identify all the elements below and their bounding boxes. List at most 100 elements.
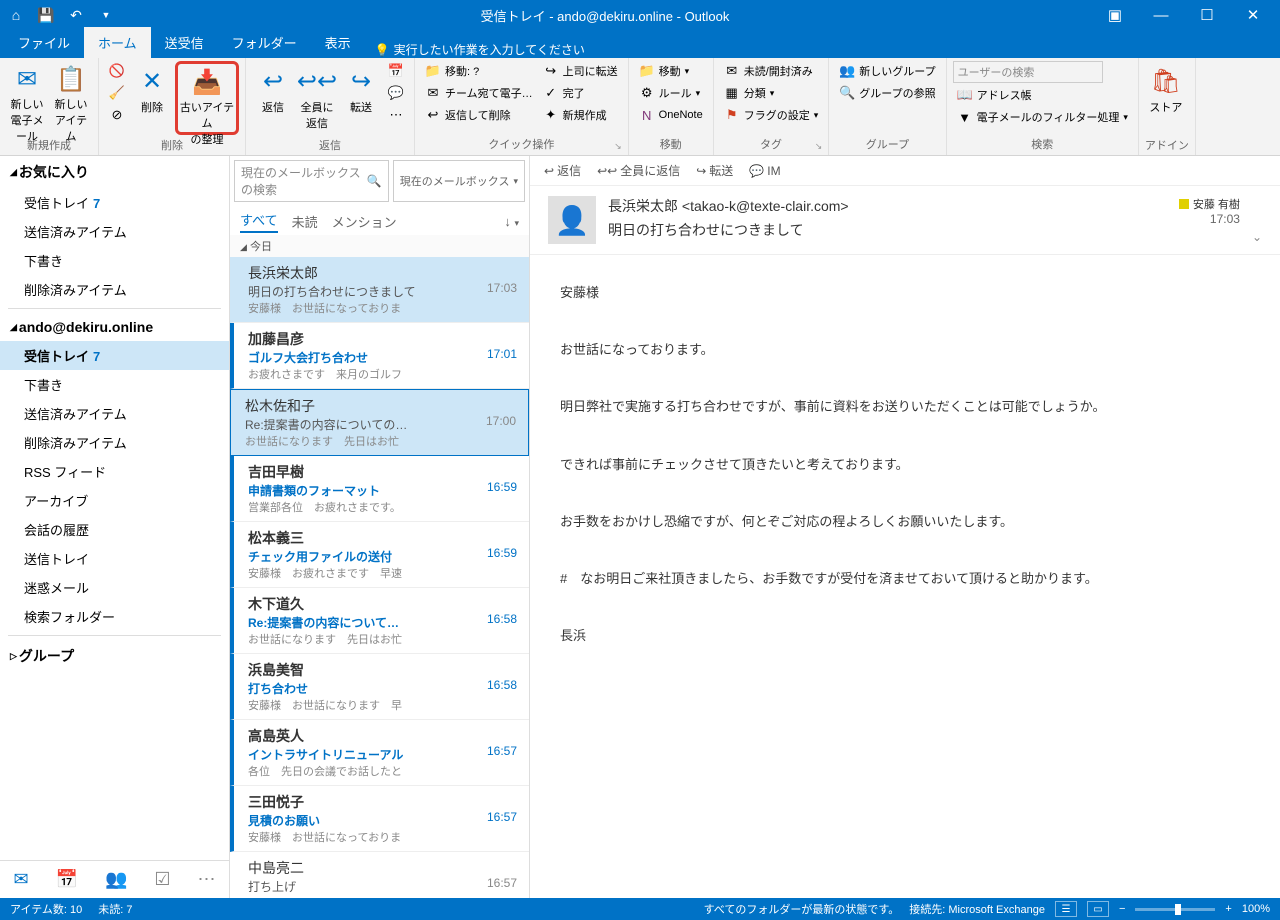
message-item[interactable]: 浜島美智打ち合わせ安藤様 お世話になります 早16:58 — [230, 654, 529, 720]
cleanup-button[interactable]: 🧹 — [105, 83, 129, 103]
new-group-button[interactable]: 👥新しいグループ — [835, 61, 939, 81]
qat-customize-icon[interactable]: ▼ — [94, 3, 118, 27]
tell-me-search[interactable]: 💡 実行したい作業を入力してください — [375, 41, 585, 58]
filter-all[interactable]: すべて — [240, 210, 278, 233]
message-item[interactable]: 中島亮二打ち上げ16:57 — [230, 852, 529, 898]
more-icon[interactable]: ⋯ — [198, 869, 216, 890]
lightbulb-icon: 💡 — [375, 43, 390, 57]
expand-icon[interactable]: ↘ — [614, 141, 622, 152]
qat-undo-icon[interactable]: ↶ — [64, 3, 88, 27]
delete-button[interactable]: ✕削除 — [131, 61, 173, 135]
forward-button[interactable]: ↪転送 — [340, 61, 382, 135]
nav-item[interactable]: 下書き — [0, 246, 229, 275]
message-item[interactable]: 吉田早樹申請書類のフォーマット営業部各位 お疲れさまです。16:59 — [230, 456, 529, 522]
action-reply[interactable]: ↩返信 — [544, 162, 581, 179]
quick-move-button[interactable]: 📁移動: ? — [421, 61, 537, 81]
tasks-icon[interactable]: ☑ — [154, 869, 170, 890]
reply-all-button[interactable]: ↩↩全員に 返信 — [296, 61, 338, 135]
search-scope-dropdown[interactable]: 現在のメールボックス▾ — [393, 160, 525, 202]
new-email-button[interactable]: ✉新しい 電子メール — [6, 61, 48, 135]
calendar-icon[interactable]: 📅 — [56, 869, 78, 890]
view-normal-icon[interactable]: ☰ — [1055, 901, 1077, 917]
view-reading-icon[interactable]: ▭ — [1087, 901, 1109, 917]
rules-button[interactable]: ⚙ルール▾ — [635, 83, 707, 103]
action-reply-all[interactable]: ↩↩全員に返信 — [597, 162, 680, 179]
tab-home[interactable]: ホーム — [84, 27, 151, 58]
nav-item[interactable]: 受信トレイ7 — [0, 188, 229, 217]
reading-category[interactable]: 安藤 有樹 — [1179, 196, 1240, 212]
sort-button[interactable]: ↓ ▾ — [504, 214, 519, 229]
quick-boss-button[interactable]: ↪上司に転送 — [539, 61, 622, 81]
message-item[interactable]: 松本義三チェック用ファイルの送付安藤様 お疲れさまです 早速16:59 — [230, 522, 529, 588]
message-item[interactable]: 高島英人イントラサイトリニューアル各位 先日の会議でお話したと16:57 — [230, 720, 529, 786]
minimize-button[interactable]: — — [1138, 0, 1184, 30]
people-icon[interactable]: 👥 — [105, 869, 127, 890]
address-book-button[interactable]: 📖アドレス帳 — [953, 85, 1132, 105]
chat-icon: 💬 — [749, 164, 764, 178]
tab-file[interactable]: ファイル — [4, 27, 84, 58]
nav-item[interactable]: 削除済みアイテム — [0, 275, 229, 304]
nav-item[interactable]: 送信トレイ — [0, 544, 229, 573]
quick-reply-delete-button[interactable]: ↩返信して削除 — [421, 105, 537, 125]
junk-button[interactable]: ⊘ — [105, 105, 129, 125]
message-item[interactable]: 木下道久Re:提案書の内容について…お世話になります 先日はお忙16:58 — [230, 588, 529, 654]
close-button[interactable]: ✕ — [1230, 0, 1276, 30]
groups-header[interactable]: ▷グループ — [0, 640, 229, 672]
nav-item[interactable]: 迷惑メール — [0, 573, 229, 602]
nav-item[interactable]: 受信トレイ7 — [0, 341, 229, 370]
message-item[interactable]: 松木佐和子Re:提案書の内容についての…お世話になります 先日はお忙17:00 — [230, 389, 529, 456]
nav-item[interactable]: 会話の履歴 — [0, 515, 229, 544]
tab-view[interactable]: 表示 — [311, 27, 365, 58]
filter-unread[interactable]: 未読 — [292, 212, 318, 231]
zoom-slider[interactable] — [1135, 908, 1215, 911]
meeting-button[interactable]: 📅 — [384, 61, 408, 81]
maximize-button[interactable]: ☐ — [1184, 0, 1230, 30]
message-item[interactable]: 三田悦子見積のお願い安藤様 お世話になっておりま16:57 — [230, 786, 529, 852]
nav-item[interactable]: 送信済みアイテム — [0, 217, 229, 246]
group-today[interactable]: ◢ 今日 — [230, 235, 529, 257]
message-item[interactable]: 長浜栄太郎明日の打ち合わせにつきまして安藤様 お世話になっておりま17:03 — [230, 257, 529, 323]
delete-icon: ✕ — [136, 65, 168, 97]
action-forward[interactable]: ↪転送 — [696, 162, 733, 179]
nav-item[interactable]: アーカイブ — [0, 486, 229, 515]
quick-done-button[interactable]: ✓完了 — [539, 83, 622, 103]
expand-icon[interactable]: ↘ — [815, 141, 823, 152]
zoom-in-button[interactable]: + — [1225, 903, 1231, 915]
nav-item[interactable]: 検索フォルダー — [0, 602, 229, 631]
move-button[interactable]: 📁移動▾ — [635, 61, 707, 81]
account-header[interactable]: ◢ando@dekiru.online — [0, 313, 229, 341]
qat-save-icon[interactable]: 💾 — [34, 3, 58, 27]
more-reply-button[interactable]: ⋯ — [384, 105, 408, 125]
quick-new-button[interactable]: ✦新規作成 — [539, 105, 622, 125]
tab-folder[interactable]: フォルダー — [218, 27, 311, 58]
nav-item[interactable]: 下書き — [0, 370, 229, 399]
store-button[interactable]: 🛍ストア — [1145, 61, 1187, 135]
tab-send-receive[interactable]: 送受信 — [151, 27, 218, 58]
nav-item[interactable]: 削除済みアイテム — [0, 428, 229, 457]
im-button[interactable]: 💬 — [384, 83, 408, 103]
favorites-header[interactable]: ◢お気に入り — [0, 156, 229, 188]
filter-mention[interactable]: メンション — [332, 212, 397, 231]
zoom-out-button[interactable]: − — [1119, 903, 1125, 915]
search-input[interactable]: 現在のメールボックス の検索🔍 — [234, 160, 389, 202]
mail-icon[interactable]: ✉ — [13, 869, 28, 890]
filter-email-button[interactable]: ▼電子メールのフィルター処理▾ — [953, 107, 1132, 127]
onenote-button[interactable]: NOneNote — [635, 105, 707, 125]
action-im[interactable]: 💬IM — [749, 162, 780, 179]
reply-button[interactable]: ↩返信 — [252, 61, 294, 135]
nav-item[interactable]: RSS フィード — [0, 457, 229, 486]
ribbon-options-icon[interactable]: ▣ — [1092, 0, 1138, 30]
archive-button[interactable]: 📥古いアイテム の整理 — [175, 61, 239, 135]
browse-groups-button[interactable]: 🔍グループの参照 — [835, 83, 939, 103]
people-search-input[interactable]: ユーザーの検索 — [953, 61, 1103, 83]
nav-item[interactable]: 送信済みアイテム — [0, 399, 229, 428]
quick-team-button[interactable]: ✉チーム宛て電子… — [421, 83, 537, 103]
flag-button[interactable]: ⚑フラグの設定▾ — [720, 105, 823, 125]
ignore-button[interactable]: 🚫 — [105, 61, 129, 81]
message-item[interactable]: 加藤昌彦ゴルフ大会打ち合わせお疲れさまです 来月のゴルフ17:01 — [230, 323, 529, 389]
new-items-button[interactable]: 📋新しい アイテム — [50, 61, 92, 135]
category-button[interactable]: ▦分類▾ — [720, 83, 823, 103]
app-icon[interactable]: ⌂ — [4, 3, 28, 27]
expand-header-icon[interactable]: ⌄ — [1252, 230, 1262, 244]
unread-button[interactable]: ✉未読/開封済み — [720, 61, 823, 81]
